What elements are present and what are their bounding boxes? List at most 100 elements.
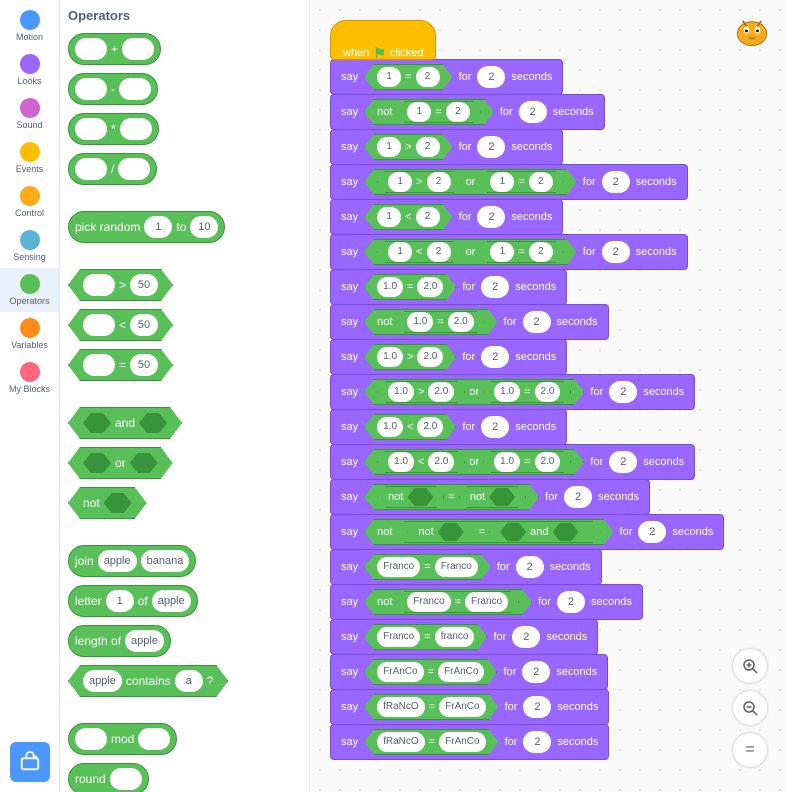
operator-eq[interactable]: fRaNcO=FrAnCo bbox=[364, 729, 498, 755]
operator-eq[interactable]: 1=2 bbox=[396, 101, 480, 123]
block-palette: Operators + - * / pick random1to10 >50 <… bbox=[60, 0, 310, 792]
operator-not[interactable]: notFranco=Franco bbox=[364, 589, 532, 615]
category-sensing[interactable]: Sensing bbox=[0, 224, 59, 268]
say-for-seconds-block[interactable]: say1.0<2.0or1.0=2.0for2seconds bbox=[330, 444, 695, 480]
op-mul-block[interactable]: * bbox=[68, 113, 159, 145]
zoom-in-button[interactable] bbox=[732, 648, 768, 684]
operator-gt[interactable]: 1>2 bbox=[377, 171, 461, 193]
backpack-button[interactable] bbox=[10, 742, 50, 782]
workspace[interactable]: when⚑clicked say1=2for2secondssaynot1=2f… bbox=[310, 0, 786, 792]
operator-eq[interactable]: Franco=franco bbox=[364, 624, 487, 650]
op-div-block[interactable]: / bbox=[68, 153, 157, 185]
operator-eq[interactable]: 1.0=2.0 bbox=[396, 311, 484, 333]
operator-eq[interactable]: fRaNcO=FrAnCo bbox=[364, 694, 498, 720]
op-eq-block[interactable]: =50 bbox=[68, 349, 173, 381]
operator-eq[interactable]: Franco=Franco bbox=[396, 591, 519, 613]
operator-or[interactable]: 1>2or1=2 bbox=[364, 169, 577, 195]
operator-lt[interactable]: 1.0<2.0 bbox=[364, 414, 456, 440]
category-events[interactable]: Events bbox=[0, 136, 59, 180]
operator-gt[interactable]: 1>2 bbox=[364, 134, 452, 160]
control-dot-icon bbox=[20, 186, 40, 206]
variables-dot-icon bbox=[20, 318, 40, 338]
say-for-seconds-block[interactable]: say1>2for2seconds bbox=[330, 129, 563, 165]
operator-lt[interactable]: 1.0<2.0 bbox=[377, 451, 465, 473]
events-dot-icon bbox=[20, 142, 40, 162]
zoom-reset-button[interactable]: = bbox=[732, 732, 768, 768]
operator-eq[interactable]: 1=2 bbox=[479, 241, 563, 263]
say-for-seconds-block[interactable]: saynot=notfor2seconds bbox=[330, 479, 650, 515]
say-for-seconds-block[interactable]: say1=2for2seconds bbox=[330, 59, 563, 95]
category-motion[interactable]: Motion bbox=[0, 4, 59, 48]
operator-not[interactable]: not bbox=[377, 486, 444, 508]
category-variables[interactable]: Variables bbox=[0, 312, 59, 356]
op-round-block[interactable]: round bbox=[68, 763, 149, 792]
operator-eq[interactable]: 1.0=2.0 bbox=[364, 274, 456, 300]
category-looks[interactable]: Looks bbox=[0, 48, 59, 92]
say-for-seconds-block[interactable]: say1<2or1=2for2seconds bbox=[330, 234, 688, 270]
op-random-block[interactable]: pick random1to10 bbox=[68, 211, 225, 243]
operator-eq[interactable]: 1.0=2.0 bbox=[483, 451, 571, 473]
category-control[interactable]: Control bbox=[0, 180, 59, 224]
say-for-seconds-block[interactable]: say1.0=2.0for2seconds bbox=[330, 269, 567, 305]
operators-dot-icon bbox=[20, 274, 40, 294]
category-myblocks[interactable]: My Blocks bbox=[0, 356, 59, 400]
operator-not[interactable]: not1=2 bbox=[364, 99, 494, 125]
op-add-block[interactable]: + bbox=[68, 33, 161, 65]
zoom-out-button[interactable] bbox=[732, 690, 768, 726]
myblocks-dot-icon bbox=[20, 362, 40, 382]
hat-when-flag-clicked[interactable]: when⚑clicked bbox=[330, 20, 436, 60]
looks-dot-icon bbox=[20, 54, 40, 74]
category-sidebar: MotionLooksSoundEventsControlSensingOper… bbox=[0, 0, 60, 792]
op-and-block[interactable]: and bbox=[68, 407, 182, 439]
op-letter-block[interactable]: letter1ofapple bbox=[68, 585, 198, 617]
op-join-block[interactable]: joinapplebanana bbox=[68, 545, 196, 577]
operator-and[interactable]: and bbox=[489, 521, 589, 543]
operator-eq[interactable]: Franco=Franco bbox=[364, 554, 491, 580]
operator-lt[interactable]: 1<2 bbox=[364, 204, 452, 230]
operator-eq[interactable]: 1.0=2.0 bbox=[483, 381, 571, 403]
operator-or[interactable]: 1.0<2.0or1.0=2.0 bbox=[364, 449, 584, 475]
say-for-seconds-block[interactable]: say1.0>2.0for2seconds bbox=[330, 339, 567, 375]
op-not-block[interactable]: not bbox=[68, 487, 147, 519]
operator-eq[interactable]: FrAnCo=FrAnCo bbox=[364, 659, 497, 685]
say-for-seconds-block[interactable]: saynotnot=andfor2seconds bbox=[330, 514, 724, 550]
operator-lt[interactable]: 1<2 bbox=[377, 241, 461, 263]
sensing-dot-icon bbox=[20, 230, 40, 250]
motion-dot-icon bbox=[20, 10, 40, 30]
operator-eq[interactable]: not=not bbox=[364, 484, 539, 510]
say-for-seconds-block[interactable]: sayfRaNcO=FrAnCofor2seconds bbox=[330, 724, 609, 760]
operator-or[interactable]: 1.0>2.0or1.0=2.0 bbox=[364, 379, 584, 405]
op-gt-block[interactable]: >50 bbox=[68, 269, 173, 301]
operator-gt[interactable]: 1.0>2.0 bbox=[377, 381, 465, 403]
say-for-seconds-block[interactable]: say1<2for2seconds bbox=[330, 199, 563, 235]
operator-or[interactable]: 1<2or1=2 bbox=[364, 239, 577, 265]
op-mod-block[interactable]: mod bbox=[68, 723, 177, 755]
say-for-seconds-block[interactable]: saynot1=2for2seconds bbox=[330, 94, 605, 130]
op-length-block[interactable]: length ofapple bbox=[68, 625, 171, 657]
say-for-seconds-block[interactable]: say1.0<2.0for2seconds bbox=[330, 409, 567, 445]
category-sound[interactable]: Sound bbox=[0, 92, 59, 136]
zoom-controls: = bbox=[732, 648, 768, 768]
op-or-block[interactable]: or bbox=[68, 447, 173, 479]
say-for-seconds-block[interactable]: saynotFranco=Francofor2seconds bbox=[330, 584, 643, 620]
operator-not[interactable]: notnot=and bbox=[364, 519, 613, 545]
operator-eq[interactable]: not=and bbox=[396, 521, 600, 543]
say-for-seconds-block[interactable]: saynot1.0=2.0for2seconds bbox=[330, 304, 609, 340]
op-contains-block[interactable]: applecontainsa? bbox=[68, 665, 228, 697]
say-for-seconds-block[interactable]: say1>2or1=2for2seconds bbox=[330, 164, 688, 200]
op-lt-block[interactable]: <50 bbox=[68, 309, 173, 341]
operator-eq[interactable]: 1=2 bbox=[479, 171, 563, 193]
say-for-seconds-block[interactable]: say1.0>2.0or1.0=2.0for2seconds bbox=[330, 374, 695, 410]
operator-not[interactable]: not bbox=[407, 521, 474, 543]
operator-not[interactable]: not1.0=2.0 bbox=[364, 309, 498, 335]
say-for-seconds-block[interactable]: sayFranco=Francofor2seconds bbox=[330, 549, 602, 585]
op-sub-block[interactable]: - bbox=[68, 73, 158, 105]
say-for-seconds-block[interactable]: sayFrAnCo=FrAnCofor2seconds bbox=[330, 654, 608, 690]
palette-title: Operators bbox=[68, 8, 301, 23]
operator-gt[interactable]: 1.0>2.0 bbox=[364, 344, 456, 370]
operator-not[interactable]: not bbox=[459, 486, 526, 508]
say-for-seconds-block[interactable]: sayFranco=francofor2seconds bbox=[330, 619, 598, 655]
category-operators[interactable]: Operators bbox=[0, 268, 59, 312]
operator-eq[interactable]: 1=2 bbox=[364, 64, 452, 90]
say-for-seconds-block[interactable]: sayfRaNcO=FrAnCofor2seconds bbox=[330, 689, 609, 725]
